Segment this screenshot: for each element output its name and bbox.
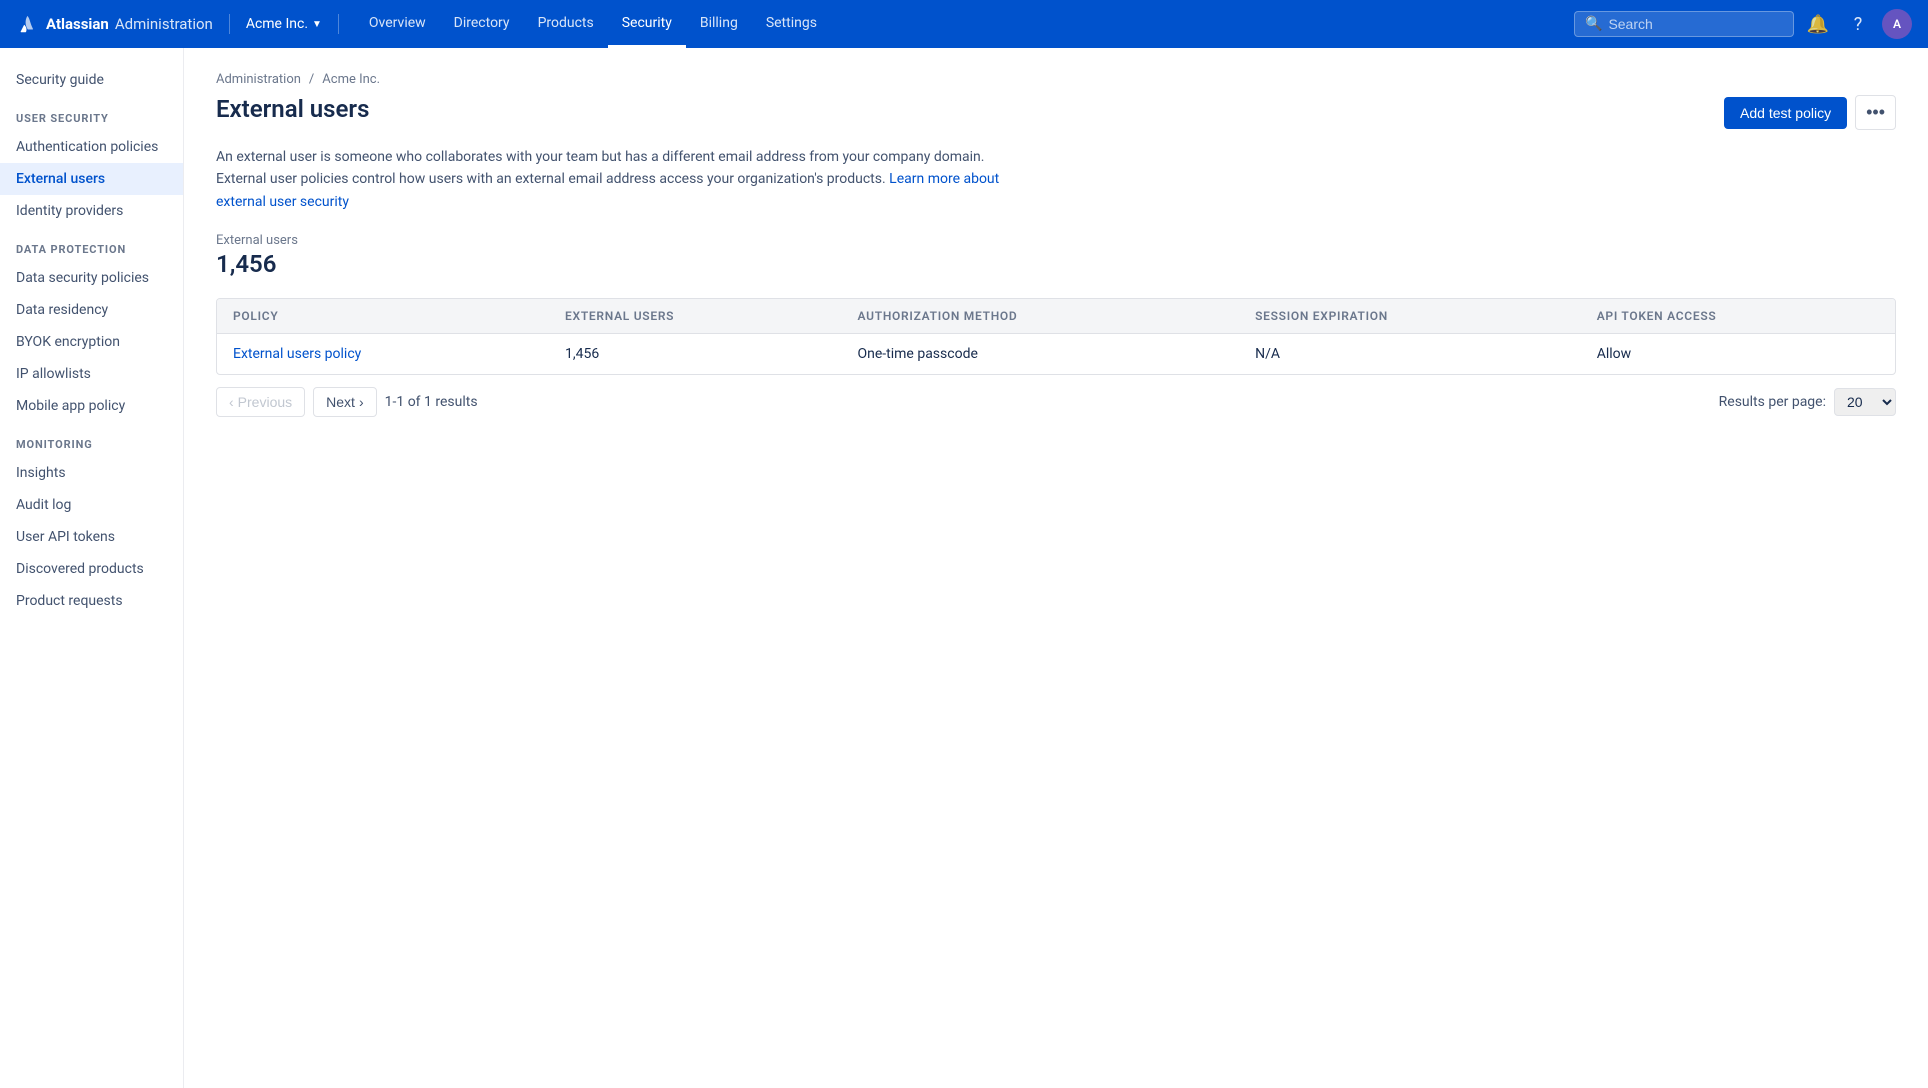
chevron-right-icon: › (359, 394, 364, 410)
col-header-session-exp: Session expiration (1239, 299, 1581, 334)
nav-link-products[interactable]: Products (524, 0, 608, 48)
breadcrumb-administration[interactable]: Administration (216, 72, 301, 87)
add-test-policy-button[interactable]: Add test policy (1724, 97, 1847, 129)
sidebar-item-data-residency[interactable]: Data residency (0, 294, 183, 326)
breadcrumb: Administration / Acme Inc. (216, 72, 1896, 87)
sidebar-item-byok[interactable]: BYOK encryption (0, 326, 183, 358)
sidebar-item-audit-log[interactable]: Audit log (0, 489, 183, 521)
sidebar-item-mobile-app[interactable]: Mobile app policy (0, 390, 183, 422)
next-button[interactable]: Next › (313, 387, 376, 417)
help-icon[interactable]: ? (1842, 8, 1874, 40)
notifications-icon[interactable]: 🔔 (1802, 8, 1834, 40)
sidebar-item-insights[interactable]: Insights (0, 457, 183, 489)
breadcrumb-separator: / (309, 72, 314, 87)
col-header-auth-method: Authorization method (842, 299, 1240, 334)
admin-label: Administration (115, 15, 213, 33)
pagination-right: Results per page: 10 20 50 100 (1719, 388, 1896, 416)
nav-link-overview[interactable]: Overview (355, 0, 440, 48)
next-label: Next (326, 394, 355, 410)
col-header-policy: Policy (217, 299, 549, 334)
pagination: ‹ Previous Next › 1-1 of 1 results Resul… (216, 375, 1896, 429)
nav-link-security[interactable]: Security (608, 0, 686, 48)
table-header: Policy External users Authorization meth… (217, 299, 1895, 334)
chevron-down-icon: ▼ (312, 19, 322, 30)
sidebar: Security guide User security Authenticat… (0, 48, 184, 1088)
top-nav-right: 🔍 🔔 ? A (1574, 8, 1912, 40)
pagination-controls: ‹ Previous Next › 1-1 of 1 results (216, 387, 478, 417)
sidebar-section-data-protection: Data protection (0, 227, 183, 262)
nav-link-settings[interactable]: Settings (752, 0, 831, 48)
main-layout: Security guide User security Authenticat… (0, 48, 1928, 1088)
nav-link-billing[interactable]: Billing (686, 0, 752, 48)
stat-label: External users (216, 233, 1896, 248)
nav-divider (229, 14, 230, 34)
description-text: An external user is someone who collabor… (216, 149, 984, 187)
sidebar-item-product-requests[interactable]: Product requests (0, 585, 183, 617)
page-header: External users Add test policy ••• (216, 95, 1896, 130)
top-navigation: Atlassian Administration Acme Inc. ▼ Ove… (0, 0, 1928, 48)
more-options-icon: ••• (1866, 102, 1885, 123)
org-switcher[interactable]: Acme Inc. ▼ (246, 16, 322, 32)
sidebar-item-security-guide[interactable]: Security guide (0, 64, 183, 96)
search-icon: 🔍 (1585, 16, 1602, 32)
search-input[interactable] (1608, 16, 1783, 32)
sidebar-item-user-api-tokens[interactable]: User API tokens (0, 521, 183, 553)
previous-label: Previous (238, 394, 292, 410)
avatar[interactable]: A (1882, 9, 1912, 39)
stat-value: 1,456 (216, 250, 1896, 278)
col-header-external-users: External users (549, 299, 842, 334)
main-content: Administration / Acme Inc. External user… (184, 48, 1928, 1088)
header-actions: Add test policy ••• (1724, 95, 1896, 130)
policies-table: Policy External users Authorization meth… (217, 299, 1895, 374)
table-row: External users policy 1,456 One-time pas… (217, 334, 1895, 375)
nav-divider-2 (338, 14, 339, 34)
atlassian-logo-icon (16, 12, 40, 36)
cell-auth-method: One-time passcode (842, 334, 1240, 375)
cell-external-users: 1,456 (549, 334, 842, 375)
policies-table-wrapper: Policy External users Authorization meth… (216, 298, 1896, 375)
table-body: External users policy 1,456 One-time pas… (217, 334, 1895, 375)
sidebar-item-auth-policies[interactable]: Authentication policies (0, 131, 183, 163)
cell-api-token-access: Allow (1581, 334, 1895, 375)
nav-link-directory[interactable]: Directory (440, 0, 524, 48)
sidebar-section-user-security: User security (0, 96, 183, 131)
cell-session-expiration: N/A (1239, 334, 1581, 375)
org-name: Acme Inc. (246, 16, 308, 32)
atlassian-logo: Atlassian Administration (16, 12, 213, 36)
sidebar-item-data-security[interactable]: Data security policies (0, 262, 183, 294)
pagination-info: 1-1 of 1 results (385, 394, 478, 410)
per-page-select[interactable]: 10 20 50 100 (1834, 388, 1896, 416)
col-header-api-token: API token access (1581, 299, 1895, 334)
per-page-label: Results per page: (1719, 394, 1826, 410)
cell-policy-name: External users policy (217, 334, 549, 375)
more-options-button[interactable]: ••• (1855, 95, 1896, 130)
page-title: External users (216, 95, 369, 123)
atlassian-text: Atlassian (46, 15, 109, 33)
previous-button[interactable]: ‹ Previous (216, 387, 305, 417)
sidebar-item-external-users[interactable]: External users (0, 163, 183, 195)
sidebar-item-ip-allowlists[interactable]: IP allowlists (0, 358, 183, 390)
sidebar-item-identity-providers[interactable]: Identity providers (0, 195, 183, 227)
search-box[interactable]: 🔍 (1574, 11, 1794, 37)
chevron-left-icon: ‹ (229, 394, 234, 410)
table-header-row: Policy External users Authorization meth… (217, 299, 1895, 334)
main-nav-links: Overview Directory Products Security Bil… (355, 0, 831, 48)
page-description: An external user is someone who collabor… (216, 146, 1036, 213)
policy-link[interactable]: External users policy (233, 346, 361, 362)
breadcrumb-acme[interactable]: Acme Inc. (322, 72, 380, 87)
sidebar-section-monitoring: Monitoring (0, 422, 183, 457)
sidebar-item-discovered-products[interactable]: Discovered products (0, 553, 183, 585)
